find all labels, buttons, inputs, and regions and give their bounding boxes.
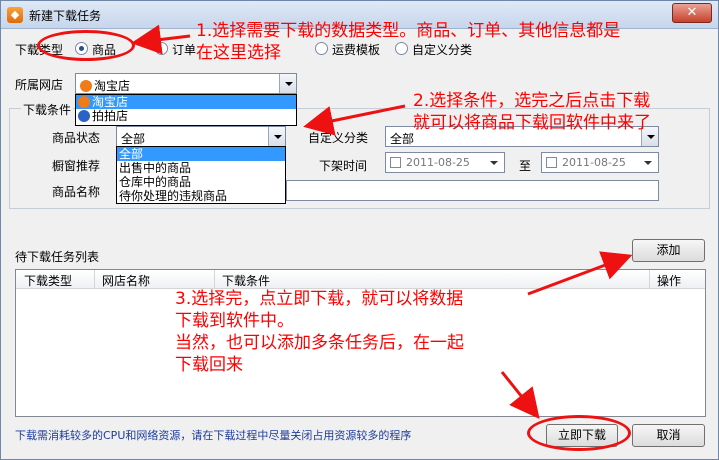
arrow-step1 <box>131 24 191 55</box>
arrow-step3-download <box>500 371 540 420</box>
annotation-arrows <box>131 24 633 420</box>
arrow-step2 <box>303 104 406 136</box>
arrow-step3-add <box>527 251 633 296</box>
